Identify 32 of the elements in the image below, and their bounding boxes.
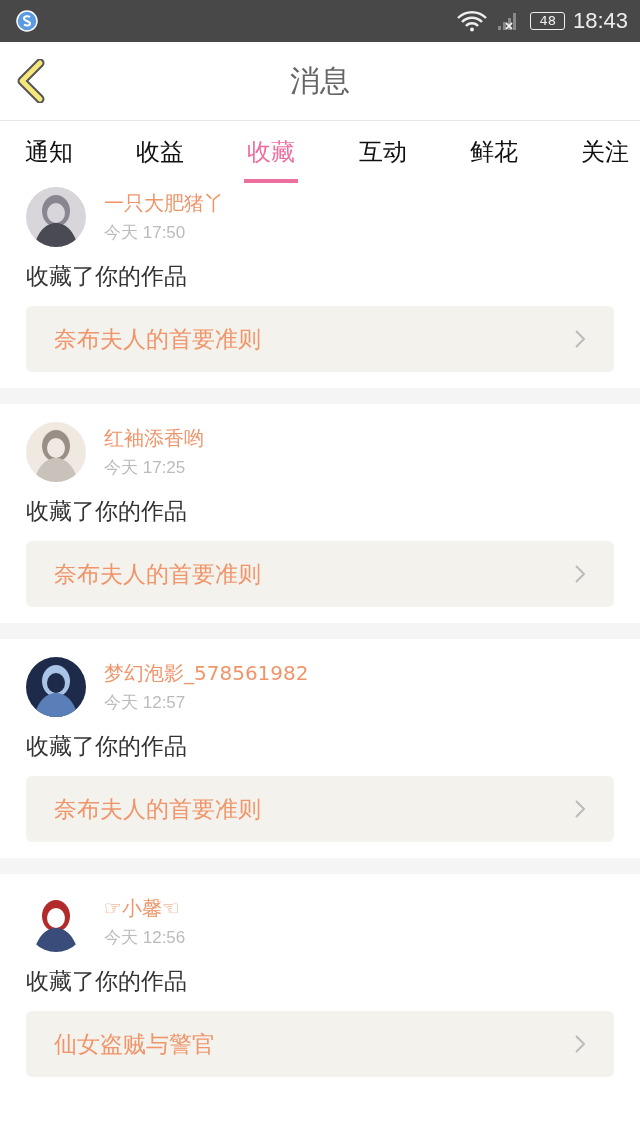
user-name[interactable]: 一只大肥猪丫	[104, 190, 224, 217]
timestamp: 今天 17:25	[104, 457, 187, 479]
user-name[interactable]: 红袖添香哟	[104, 425, 204, 452]
tab[interactable]: 鲜花	[466, 121, 521, 183]
work-link[interactable]: 奈布夫人的首要准则	[26, 541, 614, 607]
tab[interactable]: 通知	[22, 121, 76, 183]
battery-indicator: 48	[530, 12, 565, 30]
tab[interactable]: 互动	[355, 121, 410, 183]
timestamp: 今天 12:57	[104, 692, 187, 714]
back-icon	[16, 59, 46, 103]
message-text: 收藏了你的作品	[26, 967, 188, 996]
user-name[interactable]: 梦幻泡影_578561982	[104, 660, 309, 687]
work-link[interactable]: 仙女盗贼与警官	[26, 1011, 614, 1077]
work-link[interactable]: 奈布夫人的首要准则	[26, 306, 614, 372]
back-button[interactable]	[16, 59, 46, 106]
chevron-icon	[574, 799, 586, 819]
tab[interactable]: 关注	[577, 121, 632, 183]
chevron-icon	[574, 329, 586, 349]
chevron-icon	[574, 1034, 586, 1054]
message-text: 收藏了你的作品	[26, 732, 188, 761]
work-link[interactable]: 奈布夫人的首要准则	[26, 776, 614, 842]
tab[interactable]: 收益	[133, 121, 188, 183]
message-text: 收藏了你的作品	[26, 262, 188, 291]
app-icon	[16, 10, 38, 32]
message-text: 收藏了你的作品	[26, 497, 188, 526]
user-name[interactable]: ☞小馨☜	[104, 895, 186, 922]
timestamp: 今天 17:50	[104, 222, 187, 244]
wifi-icon	[456, 10, 489, 32]
clock: 18:43	[572, 8, 628, 34]
chevron-icon	[574, 564, 586, 584]
page-title: 消息	[290, 61, 350, 100]
timestamp: 今天 12:56	[104, 927, 186, 949]
